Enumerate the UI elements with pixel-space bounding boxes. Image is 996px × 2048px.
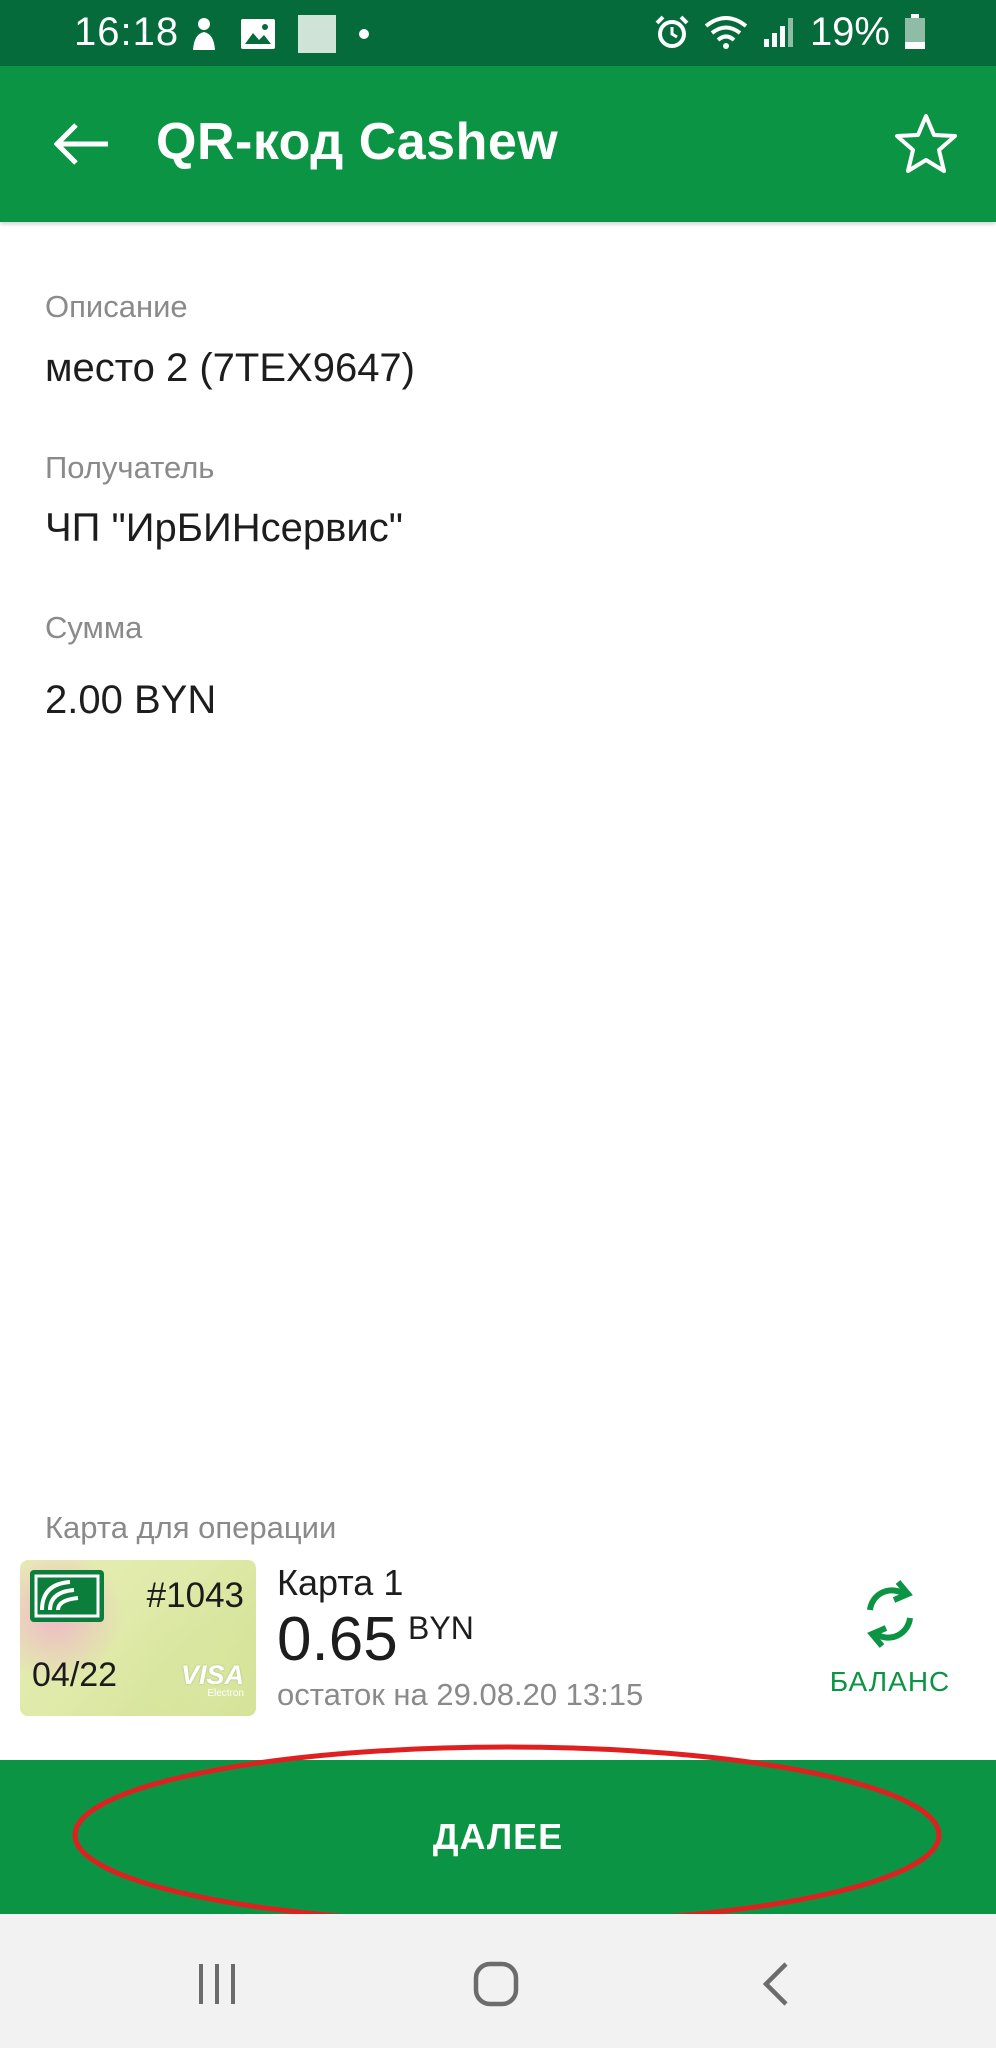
image-icon [241, 19, 275, 49]
app-bar: QR-код Cashew [0, 66, 996, 222]
amount-value: 2.00 BYN [45, 678, 217, 722]
card-number: #1043 [146, 1576, 244, 1615]
page-title: QR-код Cashew [156, 113, 559, 171]
arrow-back-icon [54, 123, 108, 165]
status-notification-icons [190, 14, 370, 54]
refresh-icon [867, 1580, 913, 1648]
signal-icon [763, 18, 793, 47]
visa-logo: VISA [180, 1660, 244, 1690]
favorite-button[interactable] [884, 102, 968, 186]
card-image[interactable]: #1043 04/22 VISA Electron [20, 1560, 256, 1716]
recent-apps-button[interactable] [177, 1944, 257, 2024]
status-bar: 16:18 19% [0, 0, 996, 66]
recipient-label: Получатель [45, 450, 215, 485]
more-notifications-dot-icon [359, 29, 369, 39]
system-back-button[interactable] [736, 1944, 816, 2024]
balance-button-label: БАЛАНС [829, 1666, 951, 1697]
card-currency: BYN [408, 1610, 474, 1646]
next-button[interactable]: ДАЛЕЕ [0, 1760, 996, 1914]
description-label: Описание [45, 289, 188, 324]
home-icon [473, 1961, 519, 2007]
bank-logo-icon [30, 1570, 104, 1622]
card-name: Карта 1 [277, 1562, 404, 1603]
home-button[interactable] [456, 1944, 536, 2024]
battery-percent: 19% [809, 9, 890, 54]
chevron-left-icon [762, 1962, 788, 2006]
card-expiry: 04/22 [32, 1656, 118, 1694]
card-remainder-date: остаток на 29.08.20 13:15 [277, 1677, 644, 1712]
status-time: 16:18 [74, 10, 180, 54]
card-balance: 0.65 [277, 1605, 398, 1674]
visa-electron-label: Electron [207, 1688, 244, 1699]
card-section-label: Карта для операции [45, 1510, 337, 1545]
amount-label: Сумма [45, 610, 143, 645]
status-right-icons: 19% [654, 10, 926, 54]
recent-apps-icon [199, 1964, 235, 2004]
balance-button[interactable]: БАЛАНС [820, 1576, 960, 1706]
star-outline-icon [895, 114, 957, 173]
wifi-icon [704, 16, 748, 49]
notification-person-icon [193, 18, 215, 50]
battery-icon [905, 14, 925, 49]
app-notification-icon [298, 15, 336, 53]
alarm-icon [655, 15, 689, 48]
description-value: место 2 (7TEX9647) [45, 346, 415, 390]
next-button-label: ДАЛЕЕ [432, 1816, 564, 1857]
back-button[interactable] [40, 102, 124, 186]
system-nav-bar [0, 1914, 996, 2048]
recipient-value: ЧП "ИрБИНсервис" [45, 506, 403, 550]
